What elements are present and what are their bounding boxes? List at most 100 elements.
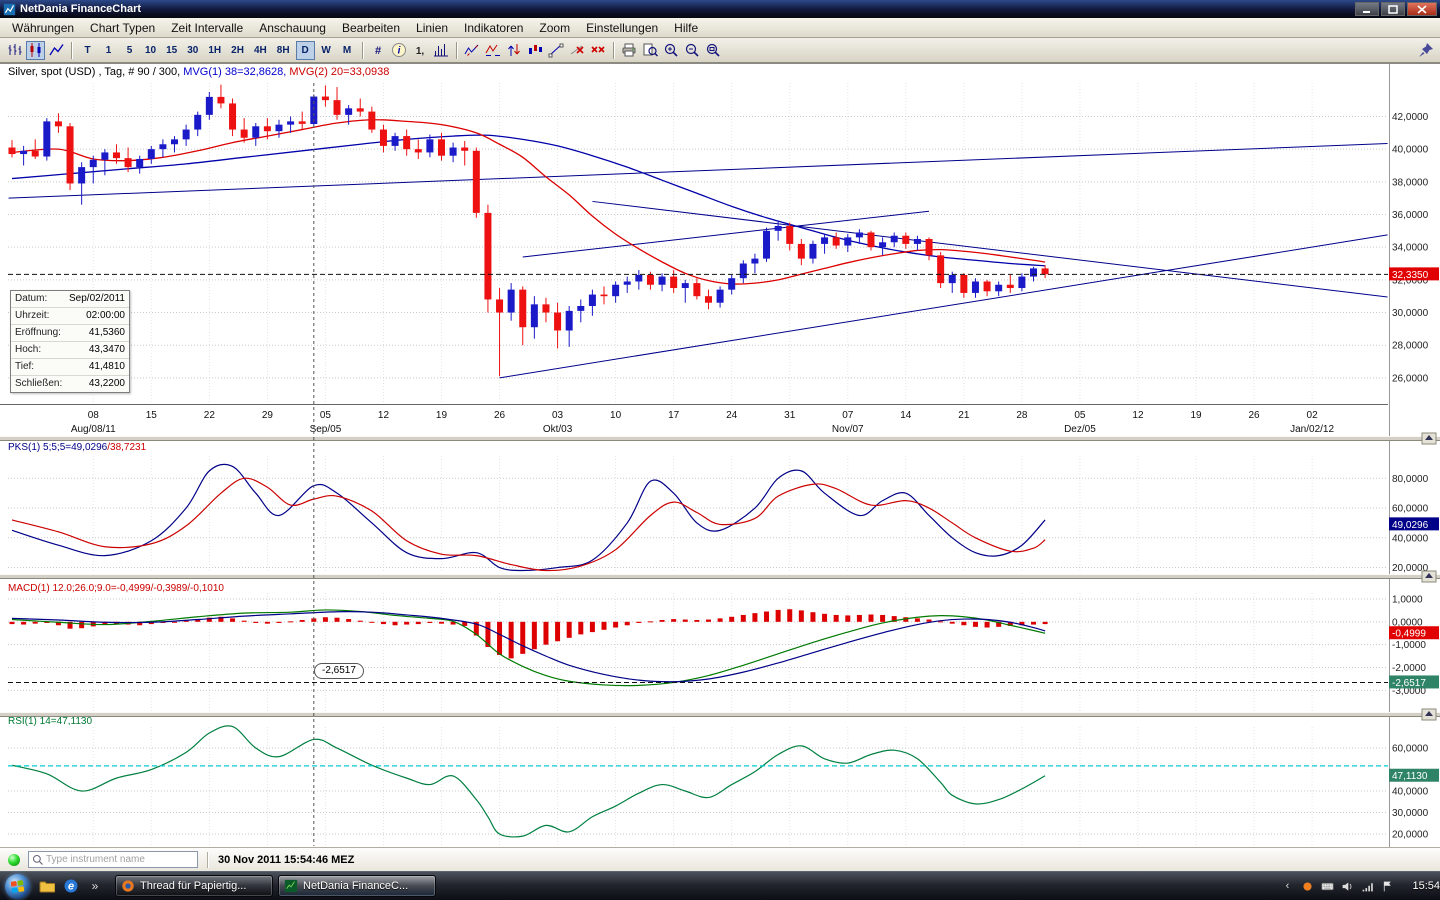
pattern-button[interactable] (526, 41, 545, 60)
svg-text:26,0000: 26,0000 (1392, 373, 1429, 384)
print-button[interactable] (620, 41, 639, 60)
network-icon[interactable] (1358, 877, 1376, 895)
panel-collapse-handle[interactable] (1421, 432, 1437, 445)
interval-30-button[interactable]: 30 (183, 41, 202, 60)
chart-region: 42,0000 40,0000 38,0000 36,0000 34,0000 32,00… (0, 63, 1440, 848)
zoom-out-icon (684, 42, 700, 58)
interval-m-button[interactable]: M (338, 41, 357, 60)
interval-8h-button[interactable]: 8H (273, 41, 294, 60)
pks-panel-label: PKS(1) 5;5;5=49,0296/38,7231 (8, 442, 146, 453)
svg-text:40,0000: 40,0000 (1392, 145, 1429, 156)
interval-2h-button[interactable]: 2H (227, 41, 248, 60)
internet-explorer-button[interactable]: e (60, 875, 82, 897)
decimals-button[interactable]: 1, (411, 41, 430, 60)
zigzag-blue-button[interactable] (463, 41, 482, 60)
line-chart-button[interactable] (47, 41, 66, 60)
language-icon[interactable] (1318, 877, 1336, 895)
svg-text:29: 29 (262, 410, 274, 421)
print-icon (621, 42, 637, 58)
interval-10-button[interactable]: 10 (141, 41, 160, 60)
trendlines[interactable] (8, 142, 1388, 379)
menu-zeit-intervalle[interactable]: Zeit Intervalle (163, 19, 251, 37)
interval-w-button[interactable]: W (317, 41, 336, 60)
search-icon (32, 854, 44, 866)
pks-k-line (11, 463, 1046, 572)
updates-icon[interactable] (1298, 877, 1316, 895)
menu-hilfe[interactable]: Hilfe (666, 19, 706, 37)
action-center-icon[interactable] (1378, 877, 1396, 895)
firefox-icon (121, 879, 135, 893)
candlestick-chart-button[interactable] (26, 40, 45, 60)
zoom-reset-button[interactable] (704, 41, 723, 60)
interval-5-button[interactable]: 5 (120, 41, 139, 60)
svg-text:19: 19 (436, 410, 448, 421)
speaker-icon (1341, 880, 1354, 893)
delete-line-icon (569, 42, 585, 58)
keyboard-icon (1321, 880, 1334, 893)
zigzag-red-button[interactable] (484, 41, 503, 60)
svg-text:49,0296: 49,0296 (1392, 520, 1429, 531)
bar-chart-button[interactable] (5, 41, 24, 60)
panel-splitter[interactable] (0, 570, 1440, 583)
zoom-out-button[interactable] (683, 41, 702, 60)
interval-15-button[interactable]: 15 (162, 41, 181, 60)
zoom-in-button[interactable] (662, 41, 681, 60)
svg-text:1,0000: 1,0000 (1392, 594, 1423, 605)
instrument-search[interactable] (28, 851, 198, 868)
interval-d-button[interactable]: D (295, 40, 315, 60)
chart-canvas[interactable]: 42,000040,000038,000036,000034,000032,00… (0, 64, 1440, 848)
hidden-icons-icon[interactable]: ‹ (1278, 877, 1296, 895)
delete-all-button[interactable] (589, 41, 608, 60)
print-preview-button[interactable] (641, 41, 660, 60)
svg-text:38,0000: 38,0000 (1392, 177, 1429, 188)
start-button[interactable] (5, 873, 30, 899)
toolbar-separator (361, 41, 364, 59)
taskbar-clock[interactable]: 15:54 (1412, 880, 1440, 892)
volume-button[interactable] (432, 41, 451, 60)
menu-waehrungen[interactable]: Währungen (4, 19, 82, 37)
pin-button[interactable] (1416, 41, 1435, 60)
bar-count-button[interactable]: # (369, 41, 388, 60)
menu-einstellungen[interactable]: Einstellungen (578, 19, 666, 37)
overflow-button[interactable]: » (84, 875, 106, 897)
arrows-updown-icon (506, 42, 522, 58)
svg-text:28: 28 (1016, 410, 1028, 421)
instrument-bar: 30 Nov 2011 15:54:46 MEZ (0, 847, 1440, 871)
menu-chart-typen[interactable]: Chart Typen (82, 19, 163, 37)
interval-1h-button[interactable]: 1H (204, 41, 225, 60)
panel-splitter[interactable] (0, 432, 1440, 445)
svg-text:-0,4999: -0,4999 (1392, 629, 1426, 640)
menu-bearbeiten[interactable]: Bearbeiten (334, 19, 408, 37)
svg-text:03: 03 (552, 410, 564, 421)
menu-linien[interactable]: Linien (408, 19, 456, 37)
menu-zoom[interactable]: Zoom (531, 19, 578, 37)
info-button[interactable]: i (390, 41, 409, 60)
delete-line-button[interactable] (568, 41, 587, 60)
panel-splitter[interactable] (0, 708, 1440, 721)
trendline-button[interactable] (547, 41, 566, 60)
volume-icon[interactable] (1338, 877, 1356, 895)
svg-text:i: i (398, 46, 401, 57)
menu-indikatoren[interactable]: Indikatoren (456, 19, 531, 37)
taskbar-button-netdania[interactable]: NetDania FinanceC... (278, 875, 436, 897)
interval-t-button[interactable]: T (78, 41, 97, 60)
folder-button[interactable] (36, 875, 58, 897)
interval-1-button[interactable]: 1 (99, 41, 118, 60)
search-input[interactable] (44, 853, 194, 866)
quick-launch: e» (35, 875, 107, 897)
svg-text:20,0000: 20,0000 (1392, 829, 1429, 840)
pks-grid: 80,000060,000040,000020,0000 (8, 456, 1429, 574)
taskbar-button-thread[interactable]: Thread für Papiertig... (115, 875, 273, 897)
maximize-button[interactable] (1381, 2, 1405, 16)
panel-collapse-handle[interactable] (1421, 708, 1437, 721)
ohlc-tooltip-row: Tief: 41,4810 (11, 359, 129, 376)
interval-4h-button[interactable]: 4H (250, 41, 271, 60)
system-tray: ‹ (1276, 877, 1404, 895)
connection-status-icon (8, 853, 20, 866)
minimize-button[interactable] (1355, 2, 1379, 16)
svg-text:10: 10 (610, 410, 622, 421)
arrows-updown-button[interactable] (505, 41, 524, 60)
panel-collapse-handle[interactable] (1421, 570, 1437, 583)
close-button[interactable] (1407, 2, 1437, 16)
menu-anschauung[interactable]: Anschauung (251, 19, 334, 37)
